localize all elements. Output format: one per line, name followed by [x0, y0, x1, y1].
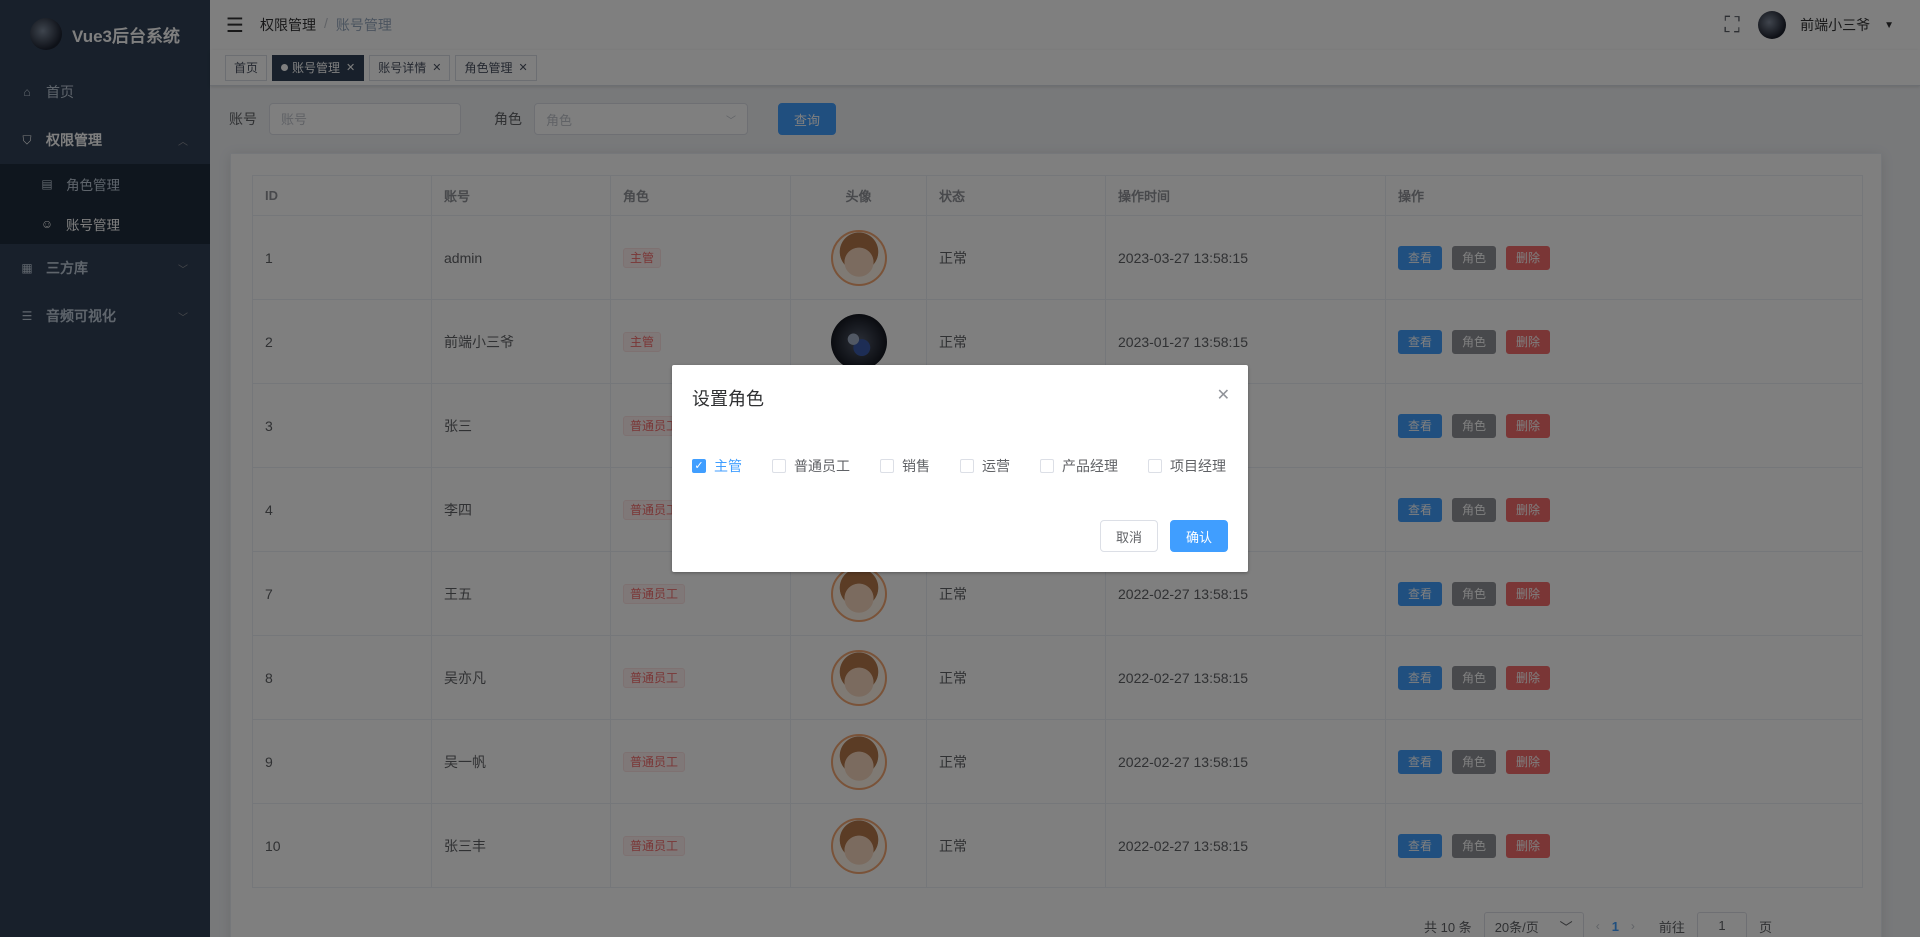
checkbox-box[interactable] — [960, 459, 974, 473]
checkbox-label: 主管 — [714, 458, 742, 474]
checkbox-label: 运营 — [982, 458, 1010, 474]
role-checkbox[interactable]: 普通员工 — [772, 456, 850, 476]
dialog-title: 设置角色 — [692, 389, 764, 409]
checkbox-label: 普通员工 — [794, 458, 850, 474]
role-checkbox[interactable]: 项目经理 — [1148, 456, 1226, 476]
cancel-button[interactable]: 取消 — [1099, 520, 1158, 552]
checkbox-box[interactable] — [772, 459, 786, 473]
checkbox-box[interactable] — [1040, 459, 1054, 473]
checkbox-label: 项目经理 — [1170, 458, 1226, 474]
set-role-dialog: 设置角色 ✕ ✓ 主管 普通员工 销售 运营 产品经理 项目经理 取消 确认 — [672, 365, 1248, 572]
confirm-button[interactable]: 确认 — [1169, 520, 1228, 552]
checkbox-box[interactable] — [1148, 459, 1162, 473]
checkbox-label: 销售 — [902, 458, 930, 474]
role-checkbox[interactable]: 产品经理 — [1040, 456, 1118, 476]
role-checkbox[interactable]: ✓ 主管 — [692, 456, 742, 476]
checkbox-box[interactable] — [880, 459, 894, 473]
checkbox-label: 产品经理 — [1062, 458, 1118, 474]
close-icon[interactable]: ✕ — [1217, 385, 1230, 405]
role-checkbox[interactable]: 销售 — [880, 456, 930, 476]
dialog-footer: 取消 确认 — [1099, 520, 1228, 552]
checkbox-box[interactable]: ✓ — [692, 459, 706, 473]
role-checkbox[interactable]: 运营 — [960, 456, 1010, 476]
role-checkbox-group: ✓ 主管 普通员工 销售 运营 产品经理 项目经理 — [692, 456, 1226, 476]
